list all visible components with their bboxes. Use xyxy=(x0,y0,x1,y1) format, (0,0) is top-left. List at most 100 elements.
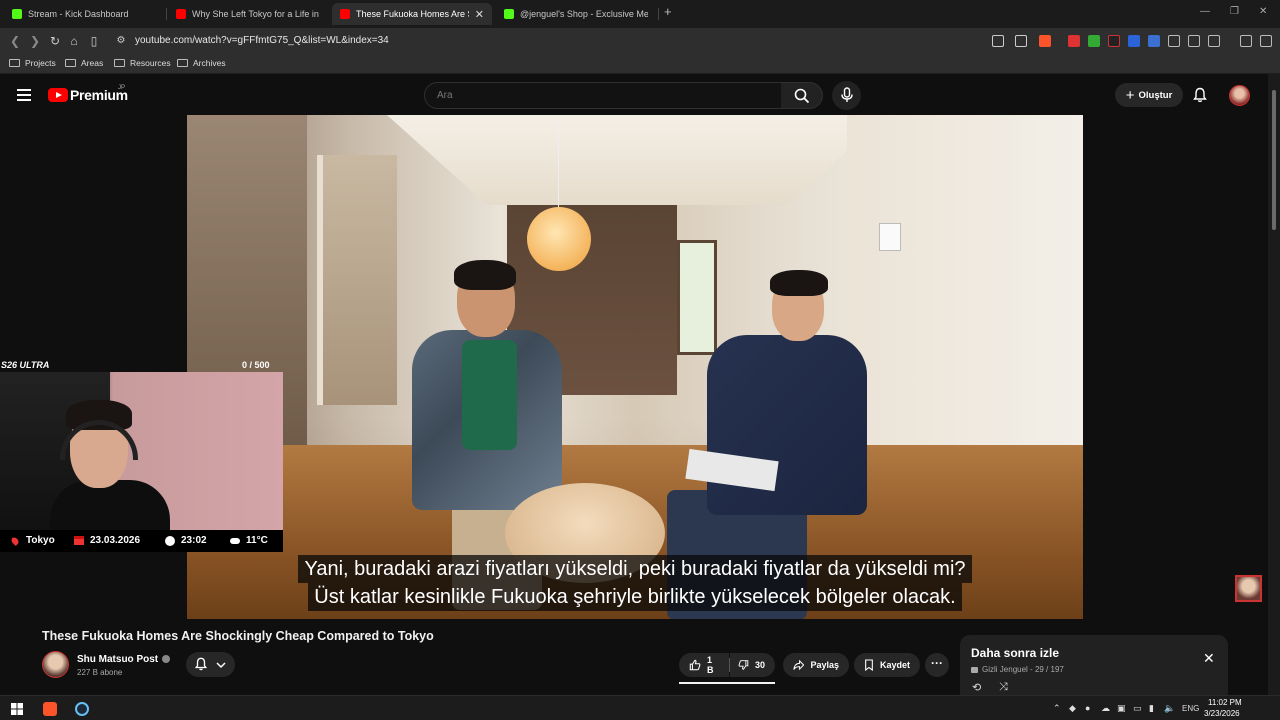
windows-taskbar: ⌃ ◆ ● ☁ ▣ ▭ ▮ 🔈 ENG 11:02 PM 3/23/2026 xyxy=(0,695,1280,720)
search-button[interactable] xyxy=(781,82,823,109)
more-actions-button[interactable]: ··· xyxy=(925,653,949,677)
calendar-icon xyxy=(74,536,84,545)
tray-app-icon[interactable]: ● xyxy=(1085,703,1090,713)
browser-tab-kick-dashboard[interactable]: Stream - Kick Dashboard xyxy=(4,3,164,25)
bookmark-archives[interactable]: Archives xyxy=(177,58,226,68)
tray-app-icon[interactable]: ◆ xyxy=(1069,703,1076,714)
share-arrow-icon xyxy=(793,659,805,671)
volume-icon[interactable]: 🔈 xyxy=(1164,703,1175,714)
new-tab-button[interactable]: + xyxy=(664,4,672,19)
extensions-puzzle-icon[interactable] xyxy=(1168,35,1180,47)
video-scene-doorway xyxy=(317,155,397,405)
save-button[interactable]: Kaydet xyxy=(854,653,920,677)
scrollbar-thumb[interactable] xyxy=(1272,90,1276,230)
windows-start-icon[interactable] xyxy=(10,702,24,716)
sidebar-toggle-icon[interactable]: ▯ xyxy=(86,33,102,49)
overlay-time: 23:02 xyxy=(181,535,207,546)
bookmark-areas[interactable]: Areas xyxy=(65,58,103,68)
playlist-meta: Gizli Jenguel - 29 / 197 xyxy=(971,665,1064,674)
floating-avatar-thumbnail[interactable] xyxy=(1235,575,1262,602)
steam-icon[interactable] xyxy=(75,702,89,716)
minimize-icon[interactable]: — xyxy=(1200,6,1210,17)
forward-icon[interactable]: ❯ xyxy=(27,33,43,49)
sidebar-icon[interactable] xyxy=(1188,35,1200,47)
share-icon[interactable] xyxy=(1015,35,1027,47)
location-pin-icon xyxy=(10,535,20,546)
bookmark-label: Resources xyxy=(130,58,171,68)
dislike-button[interactable]: 30 xyxy=(730,653,775,677)
channel-avatar[interactable] xyxy=(42,651,69,678)
like-button[interactable]: 1 B xyxy=(679,653,729,677)
media-icon[interactable] xyxy=(1240,35,1252,47)
hamburger-menu-icon[interactable] xyxy=(17,89,31,101)
close-icon[interactable]: ✕ xyxy=(1203,650,1215,667)
brave-shields-icon[interactable] xyxy=(1039,35,1051,47)
downloads-icon[interactable] xyxy=(1208,35,1220,47)
channel-name[interactable]: Shu Matsuo Post xyxy=(77,654,171,665)
menu-icon[interactable] xyxy=(1260,35,1272,47)
caption-line-1: Yani, buradaki arazi fiyatları yükseldi,… xyxy=(298,555,972,583)
language-indicator[interactable]: ENG xyxy=(1182,704,1199,713)
extension-icon[interactable] xyxy=(1088,35,1100,47)
create-button[interactable]: + Oluştur xyxy=(1115,83,1183,107)
close-window-icon[interactable]: ✕ xyxy=(1259,6,1267,17)
back-icon[interactable]: ❮ xyxy=(7,33,23,49)
dislike-count: 30 xyxy=(754,660,765,670)
network-icon[interactable]: ▭ xyxy=(1133,703,1142,714)
taskbar-date[interactable]: 3/23/2026 xyxy=(1204,709,1240,718)
notifications-bell-icon[interactable] xyxy=(1192,87,1208,103)
tray-app-icon[interactable]: ☁ xyxy=(1101,703,1110,714)
bookmark-resources[interactable]: Resources xyxy=(114,58,171,68)
browser-tab-strip: Stream - Kick Dashboard Why She Left Tok… xyxy=(0,0,1280,28)
video-scene-intercom xyxy=(879,223,901,251)
bell-icon xyxy=(194,657,208,671)
tab-separator xyxy=(658,8,659,20)
video-scene-lamp-cord xyxy=(558,115,559,208)
bookmark-label: Areas xyxy=(81,58,104,68)
shuffle-icon[interactable]: ⤨ xyxy=(999,681,1008,694)
taskbar-time[interactable]: 11:02 PM xyxy=(1208,698,1242,707)
extension-icon[interactable] xyxy=(1128,35,1140,47)
reload-icon[interactable]: ↻ xyxy=(47,33,63,49)
page-scrollbar[interactable] xyxy=(1268,74,1280,695)
account-avatar[interactable] xyxy=(1229,85,1250,106)
browser-tab-why-she-left-tokyo[interactable]: Why She Left Tokyo for a Life in Rura xyxy=(168,3,328,25)
thumbs-up-icon xyxy=(689,659,701,671)
voice-search-button[interactable] xyxy=(832,81,861,110)
tab-close-icon[interactable]: ✕ xyxy=(475,8,484,21)
tab-title: Why She Left Tokyo for a Life in Rura xyxy=(192,9,320,19)
like-ratio-bar xyxy=(679,682,775,684)
youtube-logo-icon[interactable] xyxy=(48,88,68,102)
subscription-notifications-button[interactable] xyxy=(186,652,235,677)
extension-icon[interactable] xyxy=(1108,35,1120,47)
share-button[interactable]: Paylaş xyxy=(783,653,849,677)
tray-app-icon[interactable]: ▣ xyxy=(1117,703,1126,714)
video-player[interactable]: Yani, buradaki arazi fiyatları yükseldi,… xyxy=(187,115,1083,619)
video-scene-tshirt xyxy=(462,340,517,450)
site-info-icon[interactable]: ⚙ xyxy=(113,33,129,49)
extension-icon[interactable] xyxy=(1068,35,1080,47)
overlay-temperature: 11°C xyxy=(246,535,268,546)
share-label: Paylaş xyxy=(810,660,839,670)
search-box[interactable] xyxy=(424,82,782,109)
browser-tab-jenguel-shop[interactable]: @jenguel's Shop - Exclusive Merch & xyxy=(496,3,656,25)
create-label: Oluştur xyxy=(1138,89,1173,101)
browser-tab-fukuoka-homes[interactable]: These Fukuoka Homes Are Shocki ✕ xyxy=(332,3,492,25)
cast-icon[interactable] xyxy=(992,35,1004,47)
playlist-title[interactable]: Daha sonra izle xyxy=(971,646,1059,660)
bookmarks-bar: Projects Areas Resources Archives xyxy=(0,54,1280,74)
bookmark-projects[interactable]: Projects xyxy=(9,58,56,68)
clock-icon xyxy=(165,535,175,546)
search-input[interactable] xyxy=(425,83,781,108)
restore-icon[interactable]: ❐ xyxy=(1230,6,1239,17)
brave-browser-icon[interactable] xyxy=(43,702,57,716)
chevron-down-icon xyxy=(216,662,226,669)
tab-title: These Fukuoka Homes Are Shocki xyxy=(356,9,469,19)
microphone-tray-icon[interactable]: ▮ xyxy=(1149,703,1154,714)
loop-icon[interactable]: ⟲ xyxy=(972,681,981,694)
address-bar-url[interactable]: youtube.com/watch?v=gFFfmtG75_Q&list=WL&… xyxy=(135,35,389,46)
home-icon[interactable]: ⌂ xyxy=(66,33,82,49)
tray-overflow-icon[interactable]: ⌃ xyxy=(1053,703,1061,714)
verified-badge-icon xyxy=(162,655,171,664)
extension-icon[interactable] xyxy=(1148,35,1160,47)
